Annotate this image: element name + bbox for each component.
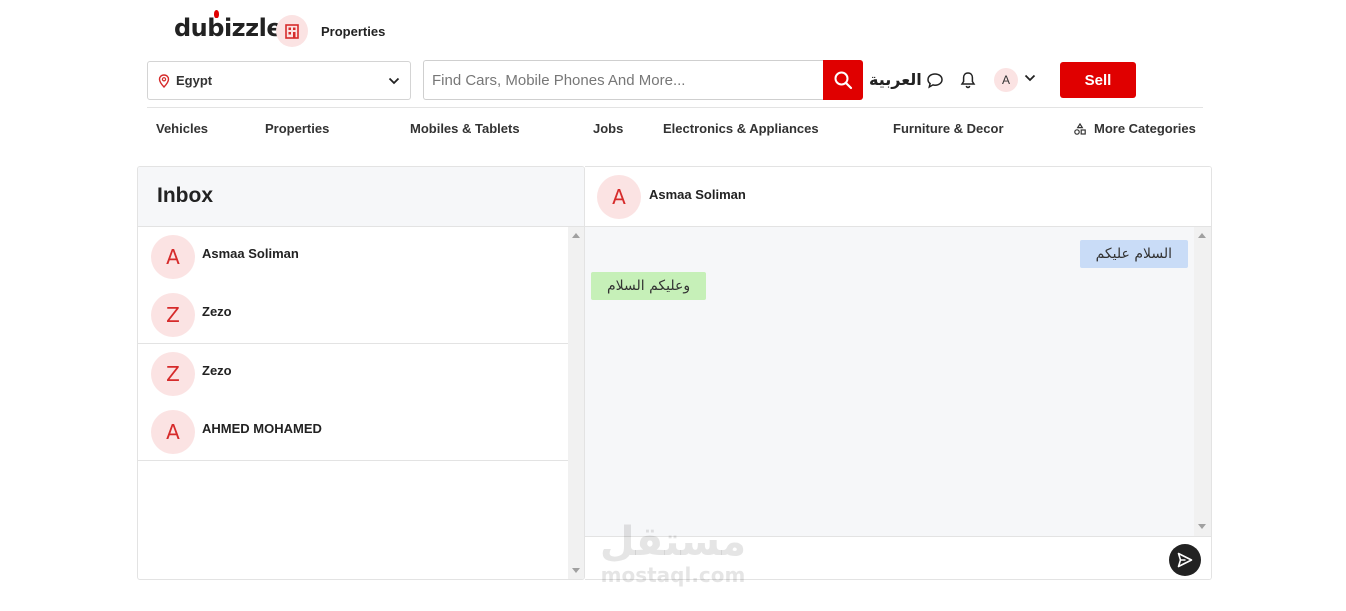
scroll-down-arrow-icon[interactable] <box>1198 524 1206 529</box>
scroll-up-arrow-icon[interactable] <box>1198 233 1206 238</box>
conversation-item[interactable]: Z Zezo <box>138 285 568 344</box>
nav-electronics-appliances[interactable]: Electronics & Appliances <box>663 121 819 136</box>
chat-contact-avatar: A <box>597 175 641 219</box>
conversation-item[interactable]: Z Zezo <box>138 344 568 403</box>
chat-bubble-icon[interactable] <box>926 72 944 89</box>
chat-contact-name: Asmaa Soliman <box>649 187 746 202</box>
nav-furniture-decor[interactable]: Furniture & Decor <box>893 121 1004 136</box>
categories-shapes-icon <box>1074 122 1086 135</box>
nav-vehicles[interactable]: Vehicles <box>156 121 208 136</box>
inbox-scrollbar[interactable] <box>568 227 584 579</box>
outgoing-message: السلام عليكم <box>1079 240 1188 268</box>
conversation-avatar: Z <box>151 352 195 396</box>
conversation-item[interactable]: A AHMED MOHAMED <box>138 402 568 461</box>
message-composer <box>585 536 1211 579</box>
search-field <box>423 60 825 100</box>
user-avatar[interactable]: A <box>994 68 1018 92</box>
conversation-name: Asmaa Soliman <box>202 246 299 261</box>
location-value: Egypt <box>176 73 213 88</box>
conversation-name: Zezo <box>202 304 232 319</box>
incoming-message: وعليكم السلام <box>591 272 707 300</box>
send-icon <box>1177 552 1193 568</box>
conversation-item[interactable]: A Asmaa Soliman <box>138 227 568 286</box>
inbox-panel: Inbox A Asmaa Soliman Z Zezo Z Zezo A AH… <box>137 166 585 580</box>
message-input[interactable] <box>595 545 1155 573</box>
chat-messages: السلام عليكم وعليكم السلام <box>585 227 1194 536</box>
send-button[interactable] <box>1169 544 1201 576</box>
more-categories-label: More Categories <box>1094 121 1196 136</box>
inbox-header: Inbox <box>138 167 584 227</box>
nav-properties[interactable]: Properties <box>265 121 329 136</box>
location-pin-icon <box>158 73 170 88</box>
search-icon <box>834 71 853 90</box>
properties-badge-icon[interactable] <box>276 15 308 47</box>
nav-divider <box>147 107 1203 108</box>
account-chevron-down-icon[interactable] <box>1024 74 1036 82</box>
chat-scrollbar[interactable] <box>1194 227 1211 536</box>
scroll-up-arrow-icon[interactable] <box>572 233 580 238</box>
inbox-title: Inbox <box>157 184 213 207</box>
nav-more-categories[interactable]: More Categories <box>1073 121 1196 136</box>
chevron-down-icon <box>388 77 400 84</box>
dubizzle-logo[interactable]: dubizzle <box>174 10 283 42</box>
conversation-avatar: A <box>151 235 195 279</box>
notification-bell-icon[interactable] <box>960 71 976 89</box>
nav-mobiles-tablets[interactable]: Mobiles & Tablets <box>410 121 520 136</box>
location-select[interactable]: Egypt <box>147 61 411 100</box>
conversation-name: Zezo <box>202 363 232 378</box>
chat-header: A Asmaa Soliman <box>585 167 1211 227</box>
search-button[interactable] <box>823 60 863 100</box>
sell-button[interactable]: Sell <box>1060 62 1136 98</box>
nav-jobs[interactable]: Jobs <box>593 121 623 136</box>
properties-link[interactable]: Properties <box>321 24 385 39</box>
language-switch[interactable]: العربية <box>869 70 922 89</box>
conversation-avatar: Z <box>151 293 195 337</box>
logo-text: dubizzle <box>174 14 283 42</box>
scroll-down-arrow-icon[interactable] <box>572 568 580 573</box>
page: dubizzle Properties Egypt العربية <box>0 0 1346 611</box>
logo-flame-icon <box>214 10 219 18</box>
conversation-name: AHMED MOHAMED <box>202 421 322 436</box>
chat-panel: A Asmaa Soliman السلام عليكم وعليكم السل… <box>585 166 1212 580</box>
search-input[interactable] <box>432 71 817 89</box>
conversation-avatar: A <box>151 410 195 454</box>
